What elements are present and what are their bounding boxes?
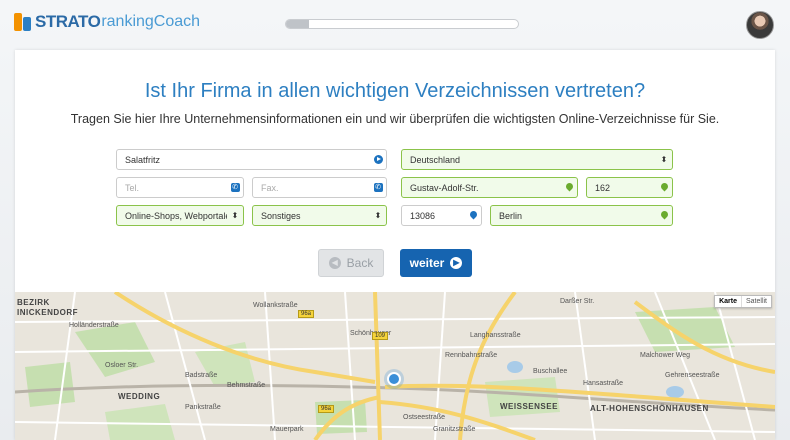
city-value: Berlin — [499, 210, 523, 221]
subcategory-value: Sonstiges — [261, 210, 301, 221]
map-label: BEZIRK — [17, 298, 50, 307]
zip-field[interactable]: 13086 — [401, 205, 482, 226]
logo-strato-text: STRATO — [35, 12, 101, 31]
city-field[interactable]: Berlin — [490, 205, 673, 226]
map-label: WEISSENSEE — [500, 402, 558, 411]
phone-icon: ✆ — [230, 183, 240, 192]
road-shield: 96a — [318, 405, 335, 413]
map-label: Granitzstraße — [433, 426, 476, 433]
location-marker[interactable] — [387, 372, 401, 386]
map-label: Mauerpark — [270, 426, 304, 433]
zip-value: 13086 — [410, 210, 436, 221]
fax-field[interactable]: Fax. ✆ — [252, 177, 387, 198]
user-avatar[interactable] — [746, 11, 774, 39]
logo-rankingcoach-text: rankingCoach — [101, 13, 201, 30]
select-arrows-icon: ⬍ — [231, 210, 239, 220]
street-field[interactable]: Gustav-Adolf-Str. — [401, 177, 578, 198]
country-select[interactable]: Deutschland ⬍ — [401, 149, 673, 170]
map-label: Gehrenseestraße — [665, 372, 720, 379]
map-label: Ostseestraße — [403, 414, 446, 421]
main-card: Ist Ihr Firma in allen wichtigen Verzeic… — [15, 50, 775, 440]
page-subtitle: Tragen Sie hier Ihre Unternehmensinforma… — [70, 112, 720, 126]
phone-field[interactable]: Tel. ✆ — [116, 177, 244, 198]
map-label: ALT-HOHENSCHÖNHAUSEN — [590, 404, 709, 413]
house-number-field[interactable]: 162 — [586, 177, 673, 198]
map-label: Badstraße — [185, 372, 218, 379]
map-label: Wollankstraße — [253, 302, 298, 309]
map-label: Behmstraße — [227, 382, 266, 389]
play-icon[interactable] — [373, 155, 383, 164]
map-label: Langhansstraße — [470, 332, 521, 339]
category-value: Online-Shops, Webportale — [125, 210, 227, 221]
map-label: Osloer Str. — [105, 362, 139, 369]
arrow-right-icon: ▶ — [450, 257, 463, 269]
map-label: INICKENDORF — [17, 308, 79, 317]
next-button-label: weiter — [409, 256, 445, 270]
fax-icon: ✆ — [373, 183, 383, 192]
road-shield: 96a — [298, 310, 315, 318]
strato-rankingcoach-logo[interactable]: STRATO rankingCoach — [14, 12, 200, 32]
map-label: Darßer Str. — [560, 298, 595, 305]
fax-placeholder: Fax. — [261, 182, 279, 193]
category-select[interactable]: Online-Shops, Webportale ⬍ — [116, 205, 244, 226]
map-type-map[interactable]: Karte — [715, 296, 741, 307]
map-label: Hansastraße — [583, 380, 624, 387]
back-button[interactable]: ◀ Back — [318, 249, 384, 277]
strato-logo-icon — [14, 13, 32, 31]
location-pin-icon — [661, 183, 668, 192]
location-pin-icon — [661, 211, 668, 220]
subcategory-select[interactable]: Sonstiges ⬍ — [252, 205, 387, 226]
location-pin-icon — [566, 183, 573, 192]
map-label: WEDDING — [118, 392, 161, 401]
phone-placeholder: Tel. — [125, 182, 140, 193]
map-label: Malchower Weg — [640, 352, 691, 359]
map-type-toggle[interactable]: Karte Satellit — [714, 295, 772, 308]
house-number-value: 162 — [595, 182, 611, 193]
progress-fill — [286, 20, 310, 28]
map-label: Pankstraße — [185, 404, 221, 411]
company-name-field[interactable]: Salatfritz — [116, 149, 387, 170]
company-name-value: Salatfritz — [125, 154, 161, 165]
select-arrows-icon: ⬍ — [374, 210, 382, 220]
progress-bar — [285, 19, 519, 29]
next-button[interactable]: weiter ▶ — [400, 249, 472, 277]
page-title: Ist Ihr Firma in allen wichtigen Verzeic… — [144, 80, 646, 102]
map-type-satellite[interactable]: Satellit — [740, 296, 771, 307]
street-value: Gustav-Adolf-Str. — [410, 182, 479, 193]
map[interactable]: Karte Satellit BEZIRK INICKENDORF WEDDIN… — [15, 292, 775, 440]
map-label: Rennbahnstraße — [445, 352, 498, 359]
location-pin-icon — [470, 211, 477, 220]
country-value: Deutschland — [410, 154, 461, 165]
back-button-label: Back — [346, 256, 374, 270]
select-arrows-icon: ⬍ — [660, 154, 668, 164]
arrow-left-icon: ◀ — [328, 257, 341, 269]
map-label: Holländerstraße — [69, 322, 119, 329]
header: STRATO rankingCoach — [0, 0, 790, 50]
map-label: Buschallee — [533, 368, 568, 375]
road-shield: 109 — [372, 332, 389, 340]
